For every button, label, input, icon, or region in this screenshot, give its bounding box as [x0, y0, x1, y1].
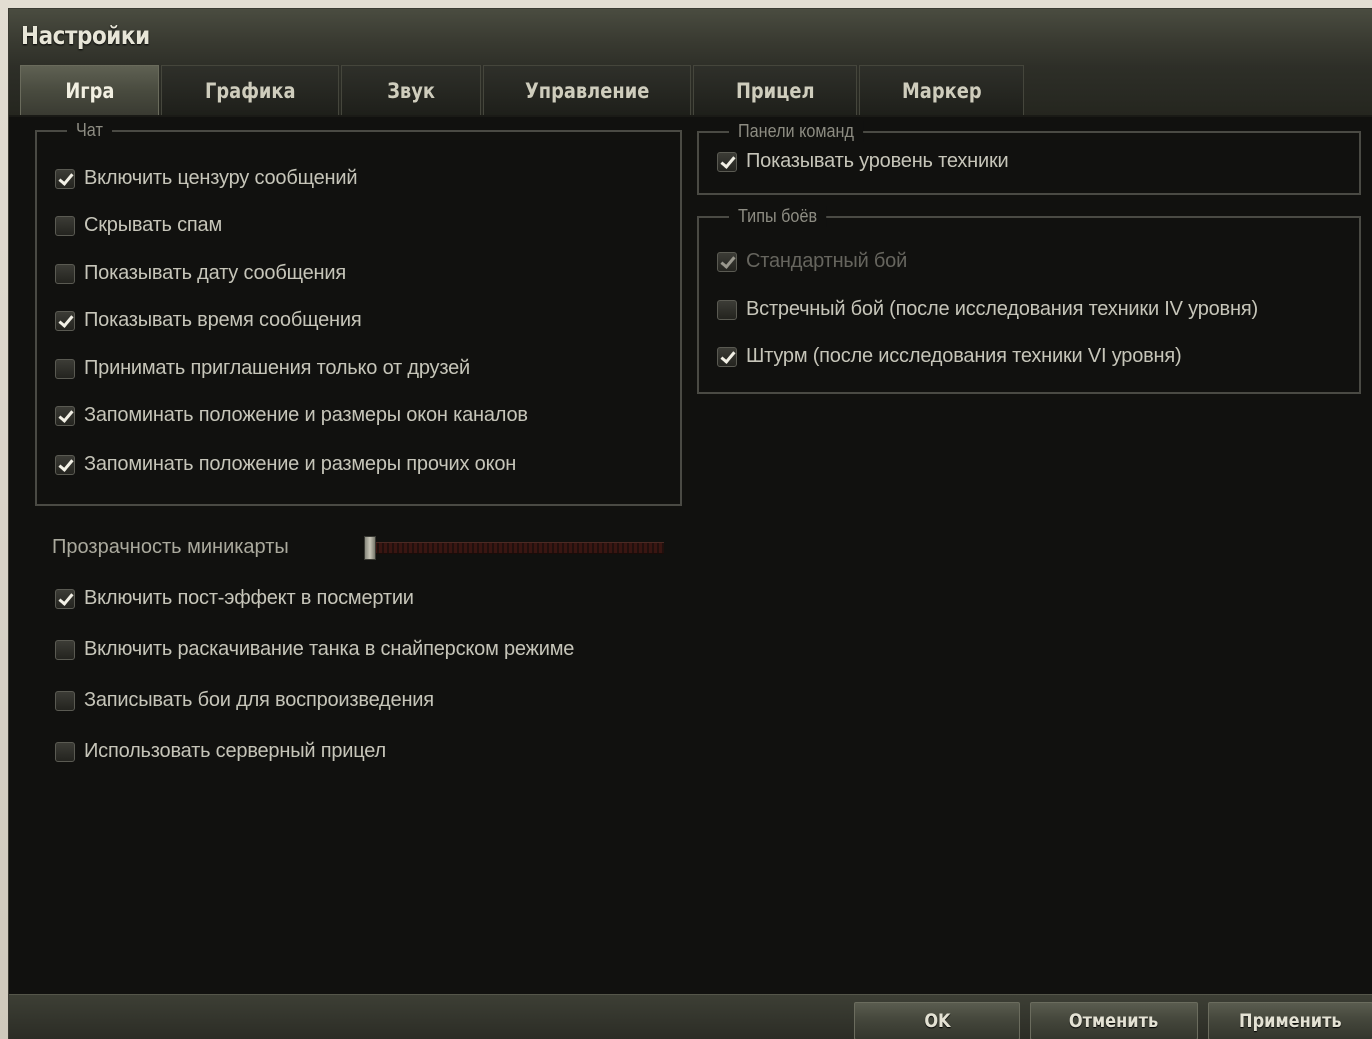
option-label: Включить цензуру сообщений [84, 167, 358, 189]
option-show-vehicle-tier[interactable]: Показывать уровень техники [717, 150, 1009, 173]
minimap-transparency-slider[interactable] [364, 542, 664, 554]
team-panels-legend: Панели команд [729, 121, 863, 142]
checkbox[interactable] [717, 299, 737, 320]
option-label: Принимать приглашения только от друзей [84, 357, 470, 379]
chat-legend: Чат [67, 120, 112, 141]
chat-group: Чат Включить цензуру сообщений Скрывать … [35, 120, 682, 506]
checkbox[interactable] [55, 263, 75, 284]
checkbox[interactable] [717, 346, 737, 367]
tab-controls-label: Управление [524, 78, 650, 103]
apply-button[interactable]: Применить [1208, 1002, 1372, 1039]
tab-controls[interactable]: Управление [483, 65, 691, 115]
option-remember-other-windows[interactable]: Запоминать положение и размеры прочих ок… [55, 453, 516, 476]
checkbox[interactable] [55, 358, 75, 379]
checkbox[interactable] [55, 215, 75, 236]
option-hide-spam[interactable]: Скрывать спам [55, 214, 222, 237]
option-invites-friends-only[interactable]: Принимать приглашения только от друзей [55, 357, 470, 380]
option-sniper-tank-sway[interactable]: Включить раскачивание танка в снайперско… [55, 638, 574, 661]
option-label: Использовать серверный прицел [84, 740, 386, 762]
option-standard-battle[interactable]: Стандартный бой [717, 250, 907, 273]
slider-thumb[interactable] [364, 536, 376, 560]
tab-graphics[interactable]: Графика [161, 65, 339, 115]
tab-crosshair[interactable]: Прицел [693, 65, 857, 115]
option-label: Показывать уровень техники [746, 150, 1009, 172]
checkbox[interactable] [55, 454, 75, 475]
option-record-replays[interactable]: Записывать бои для воспроизведения [55, 689, 434, 712]
tab-crosshair-label: Прицел [735, 78, 815, 103]
tab-bar: Игра Графика Звук Управление Прицел Марк… [9, 65, 1372, 117]
tab-game[interactable]: Игра [20, 65, 159, 115]
settings-content: Чат Включить цензуру сообщений Скрывать … [9, 117, 1372, 997]
cancel-button-label: Отменить [1069, 1010, 1159, 1032]
tab-marker[interactable]: Маркер [859, 65, 1024, 115]
option-remember-channel-windows[interactable]: Запоминать положение и размеры окон кана… [55, 404, 528, 427]
option-label: Скрывать спам [84, 214, 223, 236]
option-show-message-date[interactable]: Показывать дату сообщения [55, 262, 346, 285]
option-show-message-time[interactable]: Показывать время сообщения [55, 309, 362, 332]
option-server-reticle[interactable]: Использовать серверный прицел [55, 740, 386, 763]
cancel-button[interactable]: Отменить [1030, 1002, 1198, 1039]
checkbox[interactable] [717, 151, 737, 172]
option-label: Показывать дату сообщения [84, 262, 346, 284]
option-label: Показывать время сообщения [84, 309, 362, 331]
window-title: Настройки [21, 21, 150, 50]
option-label: Включить раскачивание танка в снайперско… [84, 638, 575, 660]
option-label: Стандартный бой [746, 250, 908, 272]
ok-button[interactable]: OK [854, 1002, 1020, 1039]
title-bar[interactable]: Настройки [9, 9, 1372, 69]
tab-sound[interactable]: Звук [341, 65, 481, 115]
apply-button-label: Применить [1239, 1010, 1342, 1032]
checkbox[interactable] [55, 741, 75, 762]
option-label: Запоминать положение и размеры прочих ок… [84, 453, 517, 475]
checkbox[interactable] [55, 310, 75, 331]
tab-graphics-label: Графика [204, 78, 296, 103]
checkbox[interactable] [55, 690, 75, 711]
checkbox[interactable] [55, 639, 75, 660]
ok-button-label: OK [923, 1010, 951, 1032]
tab-sound-label: Звук [387, 78, 435, 103]
option-assault-battle[interactable]: Штурм (после исследования техники VI уро… [717, 345, 1182, 368]
battle-types-legend: Типы боёв [729, 206, 827, 227]
battle-types-group: Типы боёв Стандартный бой Встречный бой … [697, 206, 1361, 394]
option-encounter-battle[interactable]: Встречный бой (после исследования техник… [717, 298, 1258, 321]
option-post-effect-death[interactable]: Включить пост-эффект в посмертии [55, 587, 414, 610]
checkbox[interactable] [55, 168, 75, 189]
option-label: Встречный бой (после исследования техник… [746, 298, 1258, 320]
checkbox[interactable] [717, 251, 737, 272]
minimap-transparency-label: Прозрачность миникарты [52, 536, 289, 558]
option-censor-messages[interactable]: Включить цензуру сообщений [55, 167, 358, 190]
checkbox[interactable] [55, 405, 75, 426]
settings-window: Настройки Игра Графика Звук Управление П… [8, 8, 1372, 1039]
tab-game-label: Игра [64, 78, 115, 103]
checkbox[interactable] [55, 588, 75, 609]
team-panels-group: Панели команд Показывать уровень техники [697, 121, 1361, 195]
option-label: Включить пост-эффект в посмертии [84, 587, 414, 609]
tab-marker-label: Маркер [901, 78, 982, 103]
option-label: Записывать бои для воспроизведения [84, 689, 434, 711]
option-label: Запоминать положение и размеры окон кана… [84, 404, 528, 426]
option-label: Штурм (после исследования техники VI уро… [746, 345, 1182, 367]
